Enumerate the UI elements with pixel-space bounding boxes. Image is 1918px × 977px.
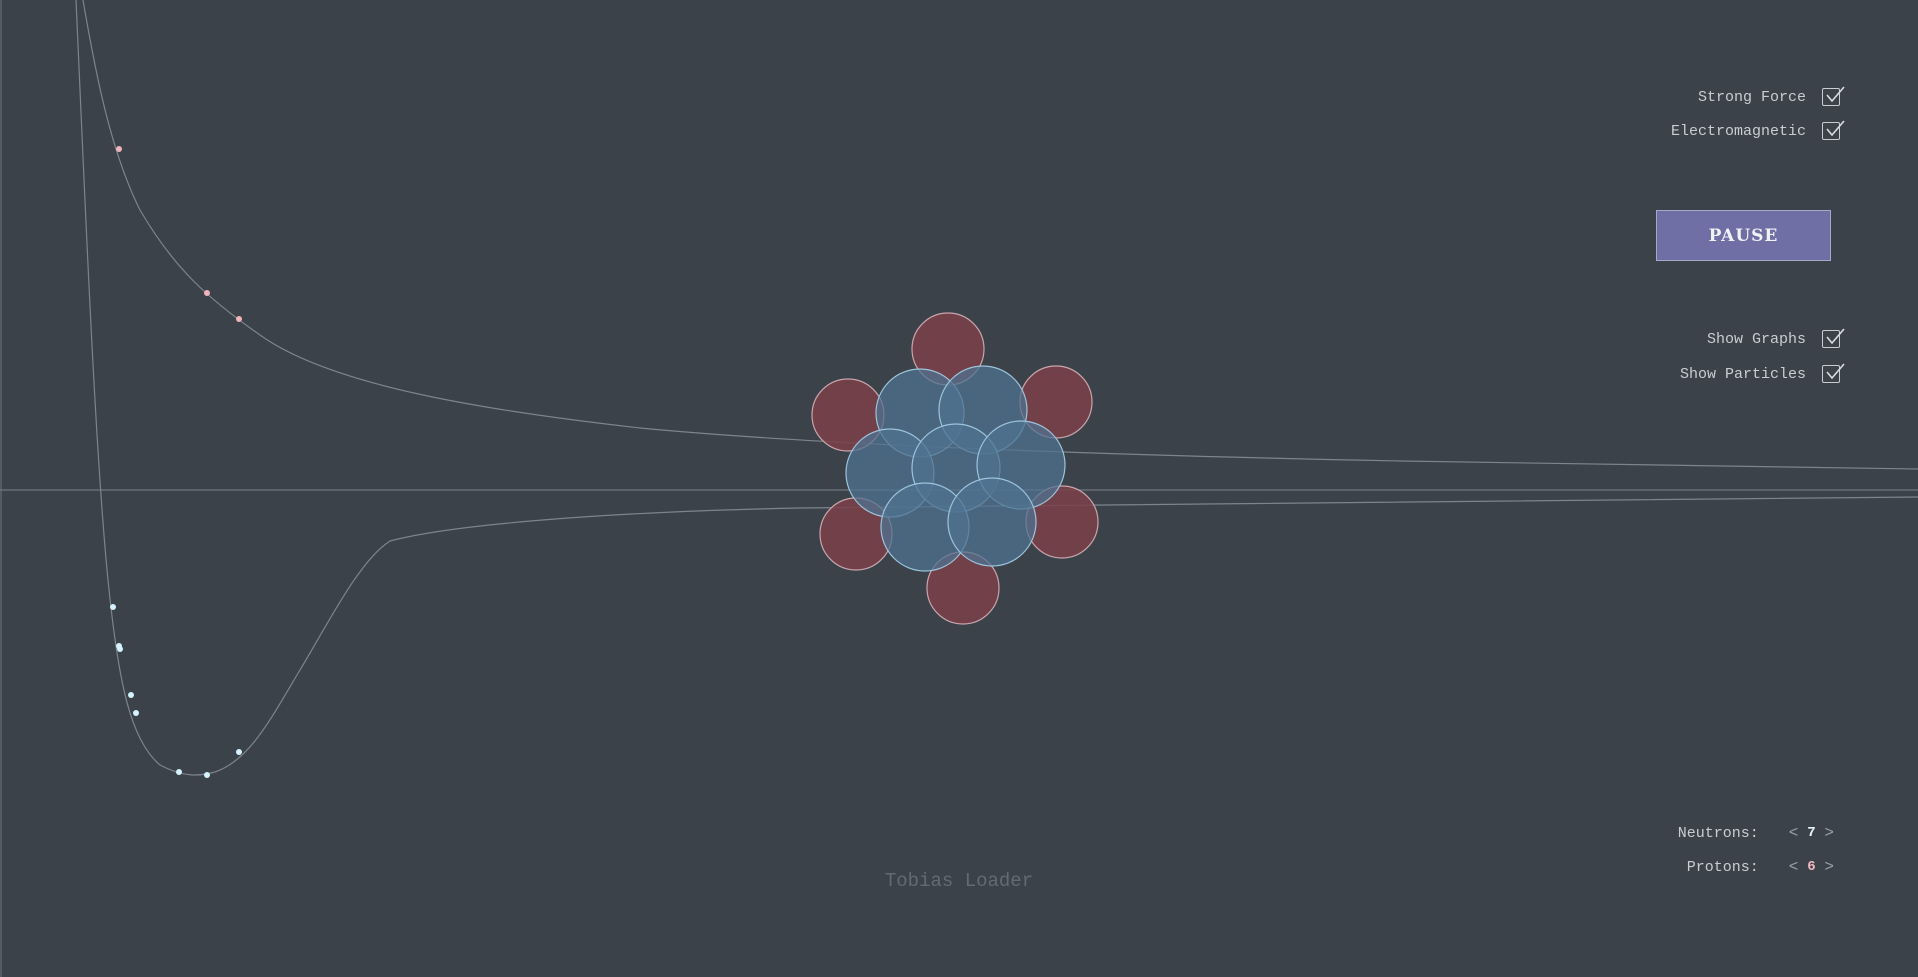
show-graphs-label: Show Graphs xyxy=(1706,330,1806,348)
show-graphs-toggle[interactable]: Show Graphs xyxy=(1706,328,1845,350)
neutrons-label: Neutrons: xyxy=(1677,824,1759,842)
neutron-counter: Neutrons: < 7 > xyxy=(1678,822,1838,844)
neutrons-decrement-button[interactable]: < xyxy=(1785,824,1803,842)
checkmark-icon xyxy=(1826,328,1845,345)
pause-button[interactable]: PAUSE xyxy=(1656,210,1831,261)
checkmark-icon xyxy=(1826,363,1845,380)
electromagnetic-label: Electromagnetic xyxy=(1670,122,1806,140)
checkmark-icon xyxy=(1826,86,1845,103)
neutron xyxy=(947,477,1037,567)
author-credit: Tobias Loader xyxy=(884,870,1034,892)
electromagnetic-checkbox[interactable] xyxy=(1822,120,1845,140)
strong-force-toggle[interactable]: Strong Force xyxy=(1697,86,1845,108)
neutrons-value: 7 xyxy=(1807,825,1816,841)
nucleus xyxy=(811,312,1099,625)
show-particles-checkbox[interactable] xyxy=(1822,363,1845,383)
show-graphs-checkbox[interactable] xyxy=(1822,328,1845,348)
show-particles-label: Show Particles xyxy=(1679,365,1806,383)
strong-force-label: Strong Force xyxy=(1697,88,1806,106)
checkmark-icon xyxy=(1826,120,1845,137)
show-particles-toggle[interactable]: Show Particles xyxy=(1679,363,1845,385)
strong-force-checkbox[interactable] xyxy=(1822,86,1845,106)
neutrons-increment-button[interactable]: > xyxy=(1820,824,1838,842)
electromagnetic-toggle[interactable]: Electromagnetic xyxy=(1670,120,1845,142)
